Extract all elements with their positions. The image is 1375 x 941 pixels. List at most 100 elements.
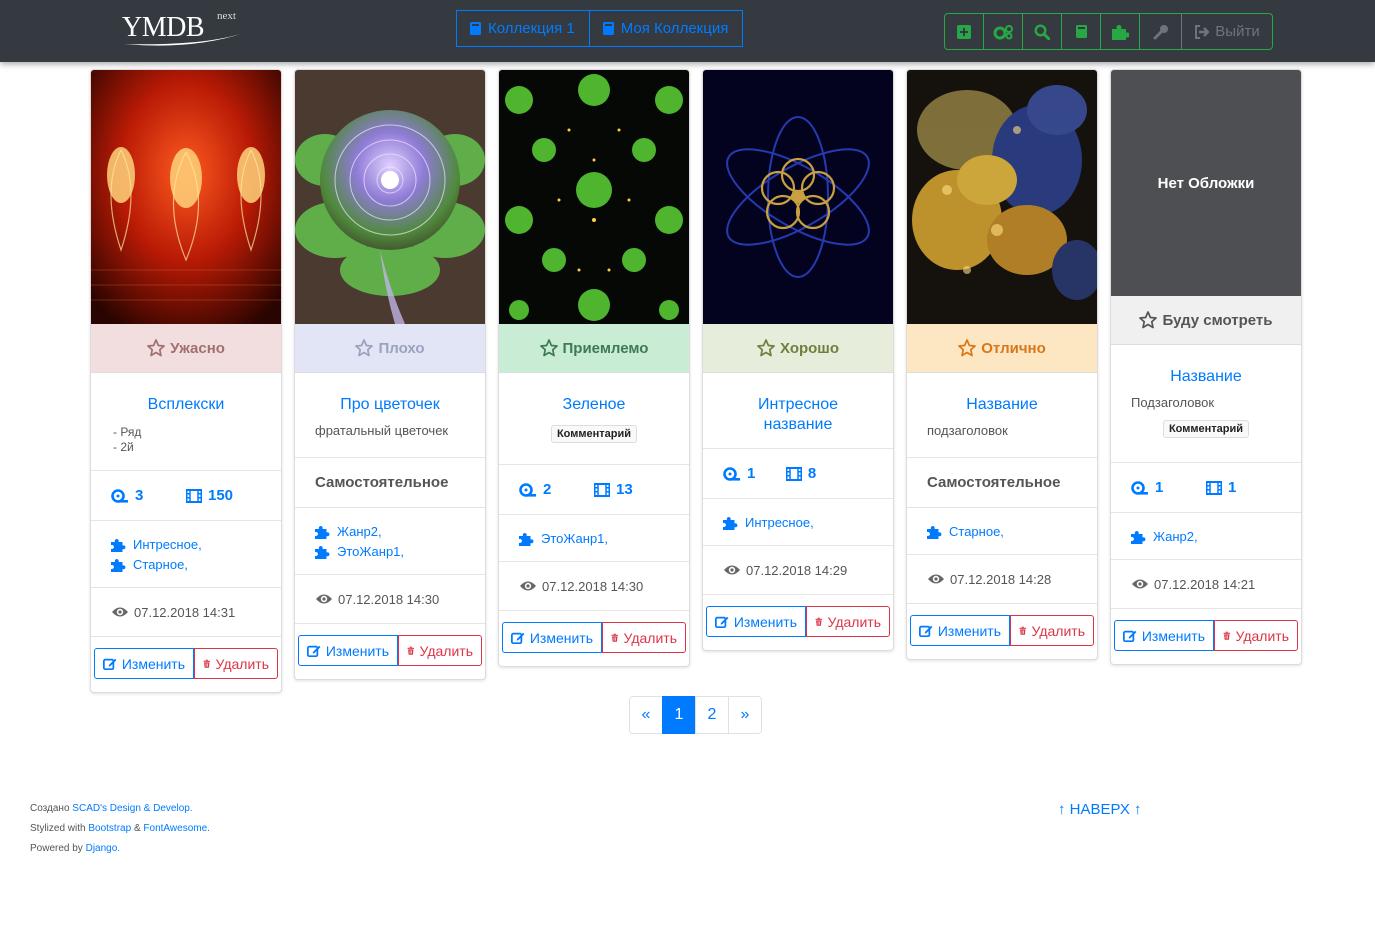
puzzle-icon	[1112, 24, 1129, 40]
genre-link[interactable]: ЭтоЖанр1,	[315, 542, 465, 562]
genre-link[interactable]: Интресное,	[111, 535, 261, 555]
rating-label: Плохо	[378, 339, 425, 357]
edit-label: Изменить	[733, 613, 797, 630]
pagination-next[interactable]: »	[728, 696, 762, 734]
edit-button[interactable]: Изменить	[1114, 620, 1214, 651]
back-to-top-link[interactable]: ↑ НАВЕРХ ↑	[1058, 801, 1142, 818]
title-card: Плохо Про цветочек фратальный цветочек С…	[294, 69, 486, 680]
plus-square-icon	[957, 24, 971, 39]
type-value: Самостоятельное	[315, 474, 449, 491]
title-link[interactable]: Всплекски	[111, 395, 261, 415]
date-row: 07.12.2018 14:30	[295, 575, 485, 624]
genre-link[interactable]: ЭтоЖанр1,	[519, 529, 669, 549]
add-button[interactable]	[945, 14, 984, 49]
navbar: YMDB next Коллекция 1 Моя Коллекция Выйт…	[0, 0, 1375, 62]
no-cover-placeholder[interactable]: Нет Обложки	[1111, 70, 1301, 296]
delete-button[interactable]: Удалить	[398, 635, 482, 666]
cover-image[interactable]	[295, 70, 485, 324]
genre-link[interactable]: Интресное,	[723, 513, 873, 533]
cover-image[interactable]	[499, 70, 689, 324]
delete-button[interactable]: Удалить	[1010, 615, 1094, 646]
seasons-count: 1	[1131, 479, 1206, 496]
episodes-value: 1	[1228, 479, 1237, 496]
search-button[interactable]	[1023, 14, 1062, 49]
footer-link-scad[interactable]: SCAD's Design & Develop.	[72, 803, 192, 814]
genre-label: Старное,	[949, 524, 1004, 539]
type-value: Самостоятельное	[927, 474, 1061, 491]
edit-icon	[919, 623, 933, 639]
delete-label: Удалить	[1235, 627, 1289, 644]
library-button[interactable]	[1062, 14, 1101, 49]
cover-image[interactable]	[91, 70, 281, 324]
delete-button[interactable]: Удалить	[602, 622, 686, 653]
title-card: Отлично Название подзаголовок Самостояте…	[906, 69, 1098, 660]
puzzle-icon	[315, 545, 331, 559]
subtitle: фратальный цветочек	[315, 423, 449, 438]
password-button[interactable]	[1140, 14, 1182, 49]
subtitle: подзаголовок	[927, 423, 1008, 438]
edit-button[interactable]: Изменить	[502, 622, 602, 653]
genre-link[interactable]: Жанр2,	[315, 522, 465, 542]
genre-link[interactable]: Старное,	[927, 522, 1077, 542]
pagination-page-2[interactable]: 2	[695, 696, 729, 734]
edit-label: Изменить	[937, 622, 1001, 639]
seasons-value: 2	[543, 481, 552, 498]
episodes-value: 13	[616, 481, 633, 498]
film-icon	[594, 483, 610, 497]
description-line: - 2й	[113, 440, 134, 454]
title-link[interactable]: Название	[1131, 367, 1281, 387]
logo[interactable]: YMDB next	[122, 8, 247, 50]
seasons-icon	[519, 483, 537, 497]
puzzle-icon	[111, 558, 127, 572]
genres-button[interactable]	[1101, 14, 1140, 49]
delete-button[interactable]: Удалить	[194, 648, 278, 679]
footer-link-fontawesome[interactable]: FontAwesome.	[143, 823, 210, 834]
collection-button-1[interactable]: Коллекция 1	[456, 10, 590, 47]
eye-icon	[519, 580, 537, 592]
edit-button[interactable]: Изменить	[298, 635, 398, 666]
edit-button[interactable]: Изменить	[94, 648, 194, 679]
no-cover-label: Нет Обложки	[1157, 174, 1255, 192]
genre-label: Интресное,	[745, 515, 814, 530]
edit-label: Изменить	[529, 629, 593, 646]
logout-button[interactable]: Выйти	[1182, 14, 1272, 49]
pagination-prev[interactable]: «	[629, 696, 663, 734]
genres-list: ЭтоЖанр1,	[499, 515, 689, 562]
title-link[interactable]: Название	[927, 395, 1077, 415]
date-value: 07.12.2018 14:29	[746, 562, 848, 578]
genre-link[interactable]: Старное,	[111, 555, 261, 575]
stats-row: 2 13	[499, 465, 689, 515]
trash-icon	[1223, 628, 1231, 644]
footer-link-bootstrap[interactable]: Bootstrap	[88, 823, 131, 834]
seasons-count: 2	[519, 481, 594, 498]
title-link[interactable]: Про цветочек	[315, 395, 465, 415]
delete-label: Удалить	[827, 613, 881, 630]
puzzle-icon	[519, 532, 535, 546]
title-link[interactable]: Интресное название	[723, 395, 873, 435]
date-value: 07.12.2018 14:30	[542, 578, 644, 594]
date-row: 07.12.2018 14:21	[1111, 560, 1301, 609]
edit-button[interactable]: Изменить	[910, 615, 1010, 646]
edit-label: Изменить	[1141, 627, 1205, 644]
episodes-count: 1	[1206, 479, 1281, 496]
delete-label: Удалить	[419, 642, 473, 659]
eye-icon	[927, 573, 945, 585]
delete-button[interactable]: Удалить	[1214, 620, 1298, 651]
title-link[interactable]: Зеленое	[519, 395, 669, 415]
title-card: Нет Обложки Буду смотреть Название Подза…	[1110, 69, 1302, 665]
genre-link[interactable]: Жанр2,	[1131, 527, 1281, 547]
cover-image[interactable]	[703, 70, 893, 324]
date-value: 07.12.2018 14:28	[950, 571, 1052, 587]
puzzle-icon	[111, 538, 127, 552]
cover-image[interactable]	[907, 70, 1097, 324]
rating-bar: Ужасно	[91, 324, 281, 373]
collection-button-2[interactable]: Моя Коллекция	[589, 10, 744, 47]
pagination-page-1[interactable]: 1	[662, 696, 696, 734]
genres-list: Интресное, Старное,	[91, 521, 281, 588]
episodes-value: 8	[807, 465, 817, 482]
edit-button[interactable]: Изменить	[706, 606, 806, 637]
delete-button[interactable]: Удалить	[806, 606, 890, 637]
settings-button[interactable]	[984, 14, 1023, 49]
seasons-value: 1	[747, 465, 756, 482]
footer-link-django[interactable]: Django.	[86, 843, 120, 854]
